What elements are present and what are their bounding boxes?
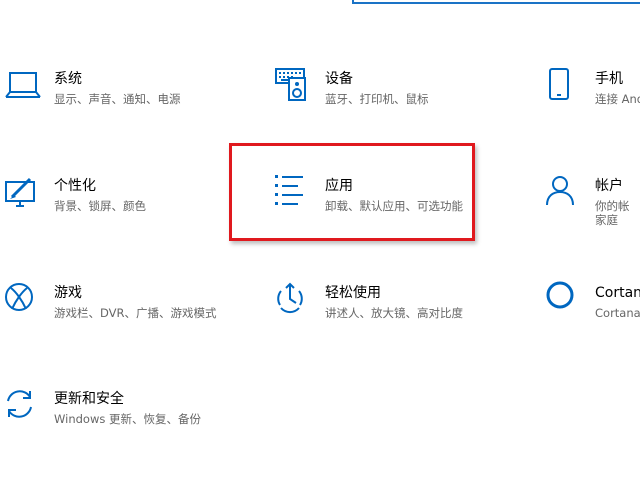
search-box-edge[interactable] xyxy=(352,0,640,4)
tile-personalization[interactable]: 个性化 背景、锁屏、颜色 xyxy=(4,175,204,239)
tile-update-security[interactable]: 更新和安全 Windows 更新、恢复、备份 xyxy=(4,388,234,452)
apps-list-icon xyxy=(275,175,315,215)
settings-home: 系统 显示、声音、通知、电源 设备 蓝牙、打印机、鼠标 手机 连接 And 个性… xyxy=(0,0,640,480)
phone-icon xyxy=(545,68,585,108)
tile-description: 讲述人、放大镜、高对比度 xyxy=(325,306,463,320)
tile-description-line2: 家庭 xyxy=(595,213,618,227)
tile-apps[interactable]: 应用 卸载、默认应用、可选功能 xyxy=(275,175,495,239)
tile-title: 个性化 xyxy=(54,178,96,194)
xbox-icon xyxy=(4,282,44,322)
tile-title: 轻松使用 xyxy=(325,285,381,301)
sync-arrows-icon xyxy=(4,388,44,428)
ease-of-access-icon xyxy=(275,282,315,322)
tile-ease-of-access[interactable]: 轻松使用 讲述人、放大镜、高对比度 xyxy=(275,282,495,346)
tile-phone[interactable]: 手机 连接 And xyxy=(545,68,640,132)
tile-description: 卸载、默认应用、可选功能 xyxy=(325,199,463,213)
tile-accounts[interactable]: 帐户 你的帐 家庭 xyxy=(545,175,640,239)
tile-title: 游戏 xyxy=(54,285,82,301)
keyboard-speaker-icon xyxy=(275,68,315,108)
tile-title: 手机 xyxy=(595,71,623,87)
tile-gaming[interactable]: 游戏 游戏栏、DVR、广播、游戏模式 xyxy=(4,282,234,346)
tile-title: Cortana xyxy=(595,285,640,301)
tile-description: 蓝牙、打印机、鼠标 xyxy=(325,92,429,106)
tile-description: 连接 And xyxy=(595,92,640,106)
tile-description: Windows 更新、恢复、备份 xyxy=(54,412,201,426)
tile-cortana[interactable]: Cortana Cortana xyxy=(545,281,640,346)
paint-monitor-icon xyxy=(4,175,44,215)
tile-title: 系统 xyxy=(54,71,82,87)
tile-description-line1: 你的帐 xyxy=(595,199,630,213)
tile-description: Cortana xyxy=(595,306,640,320)
tile-description: 游戏栏、DVR、广播、游戏模式 xyxy=(54,306,217,320)
tile-title: 应用 xyxy=(325,178,353,194)
tile-title: 设备 xyxy=(325,71,353,87)
tile-system[interactable]: 系统 显示、声音、通知、电源 xyxy=(4,68,204,132)
tile-description: 背景、锁屏、颜色 xyxy=(54,199,146,213)
tile-title: 更新和安全 xyxy=(54,391,124,407)
tile-devices[interactable]: 设备 蓝牙、打印机、鼠标 xyxy=(275,68,495,132)
cortana-circle-icon xyxy=(545,281,585,322)
person-icon xyxy=(545,175,585,215)
laptop-icon xyxy=(4,68,44,108)
tile-title: 帐户 xyxy=(595,178,623,194)
tile-description: 显示、声音、通知、电源 xyxy=(54,92,181,106)
